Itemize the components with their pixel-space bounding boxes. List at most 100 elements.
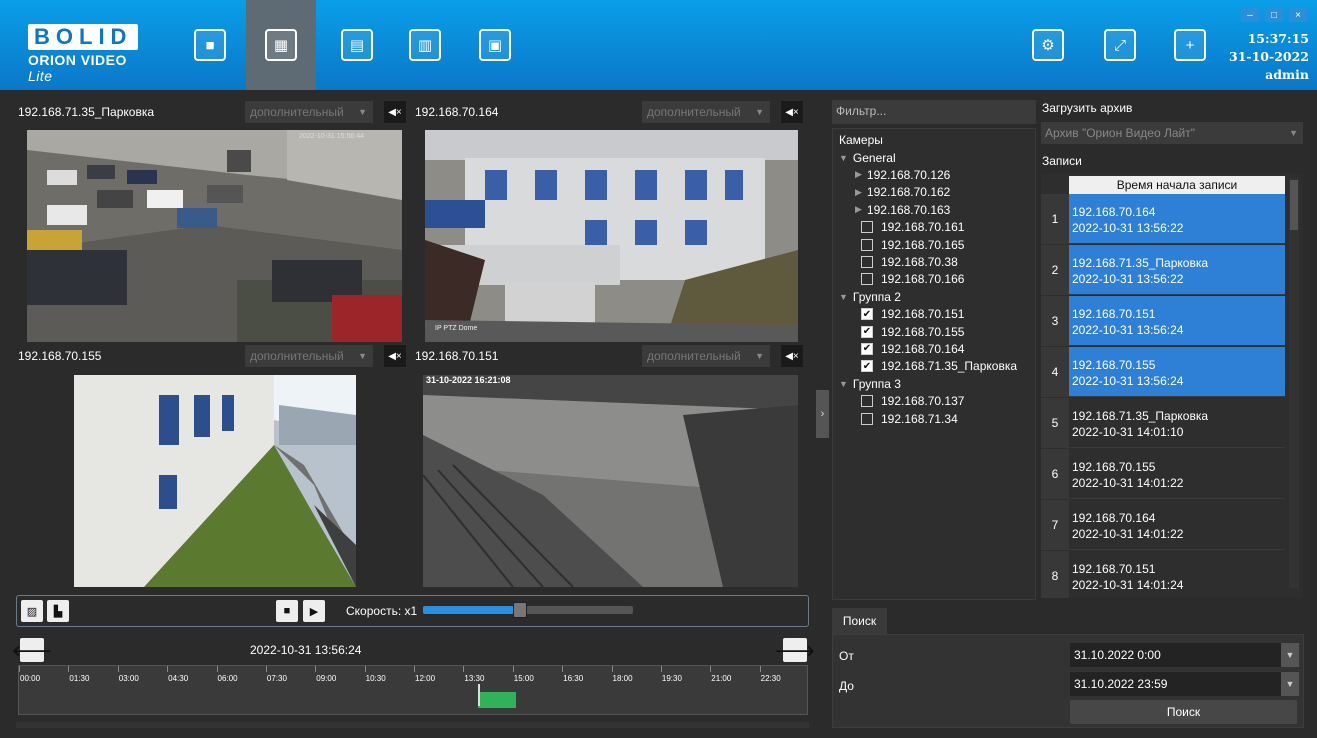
tree-camera-item[interactable]: 192.168.70.38 <box>861 253 958 270</box>
camera-2-stream-select[interactable]: дополнительный ▼ <box>642 101 770 123</box>
tree-camera-item[interactable]: 192.168.70.166 <box>861 271 964 288</box>
timeline-tick-label: 04:30 <box>168 674 189 683</box>
play-button[interactable]: ▶ <box>303 600 325 622</box>
tree-camera-item[interactable]: 192.168.71.34 <box>861 410 958 427</box>
timeline[interactable]: 00:00 01:30 03:00 04:30 06:00 07:30 09:00 10:30… <box>18 665 808 715</box>
camera-4-stream-select[interactable]: дополнительный ▼ <box>642 345 770 367</box>
expand-right-icon[interactable]: ▶ <box>855 204 862 215</box>
tree-checkbox[interactable]: ✔ <box>861 360 873 373</box>
record-row[interactable]: 7 192.168.70.164 2022-10-31 14:01:22 <box>1041 500 1285 550</box>
record-row[interactable]: 1 192.168.70.164 2022-10-31 13:56:22 <box>1041 194 1285 244</box>
speed-slider[interactable] <box>423 602 633 618</box>
record-row[interactable]: 4 192.168.70.155 2022-10-31 13:56:24 <box>1041 347 1285 397</box>
record-row[interactable]: 5 192.168.71.35_Парковка 2022-10-31 14:01:… <box>1041 398 1285 448</box>
tree-camera-item[interactable]: ✔ 192.168.70.155 <box>861 323 964 340</box>
record-cell[interactable]: 192.168.71.35_Парковка 2022-10-31 13:56:2… <box>1069 245 1285 295</box>
tree-checkbox[interactable] <box>861 238 873 251</box>
tree-camera-item[interactable]: 192.168.70.137 <box>861 393 964 410</box>
camera-filter-input[interactable]: Фильтр... <box>832 100 1036 124</box>
collapse-panel-button[interactable]: › <box>816 390 829 438</box>
tree-group[interactable]: ▼ Группа 3 <box>839 375 901 392</box>
timeline-scrollbar[interactable] <box>16 722 809 728</box>
record-cell[interactable]: 192.168.70.151 2022-10-31 13:56:24 <box>1069 296 1285 346</box>
tree-camera-item[interactable]: ▶ 192.168.70.163 <box>855 201 950 218</box>
chevron-down-icon: ▼ <box>358 107 367 117</box>
tree-checkbox[interactable] <box>861 255 873 268</box>
tree-group[interactable]: ▼ General <box>839 149 896 166</box>
camera-4-video[interactable]: 31-10-2022 16:21:08 <box>423 375 798 587</box>
tree-checkbox[interactable]: ✔ <box>861 308 873 321</box>
tree-checkbox[interactable] <box>861 221 873 234</box>
camera-1-mute-button[interactable]: ◀× <box>384 101 406 123</box>
archive-select[interactable]: Архив "Орион Видео Лайт" ▼ <box>1041 122 1303 144</box>
record-time: 2022-10-31 13:56:22 <box>1072 272 1184 286</box>
expand-right-icon[interactable]: ▶ <box>855 187 862 198</box>
snapshot-button[interactable]: ▨ <box>21 600 43 622</box>
tree-camera-item[interactable]: 192.168.70.161 <box>861 219 964 236</box>
timeline-tick-mark <box>315 666 317 672</box>
camera-2-mute-button[interactable]: ◀× <box>781 101 803 123</box>
tree-item-label: 192.168.70.161 <box>881 220 965 235</box>
next-button[interactable]: 🡒 <box>775 638 815 662</box>
record-cell[interactable]: 192.168.70.155 2022-10-31 14:01:22 <box>1069 449 1285 499</box>
camera-tree: Камеры ▼ General ▶ 192.168.70.126 ▶ 192.168.7… <box>832 128 1036 600</box>
top-toolbar: BOLID ORION VIDEO Lite ■ ▦ ▤ ▥ ▣ ⚙ ⤢ + –… <box>0 0 1317 90</box>
fullscreen-button[interactable]: ⤢ <box>1085 0 1155 90</box>
expand-right-icon[interactable]: ▶ <box>855 169 862 180</box>
toolbar-events-button[interactable]: ▤ <box>322 0 392 90</box>
expand-down-icon[interactable]: ▼ <box>839 379 848 389</box>
previous-button[interactable]: 🡐 <box>12 638 52 662</box>
to-datetime-select[interactable]: 31.10.2022 23:59 ▼ <box>1070 672 1299 696</box>
tree-checkbox[interactable] <box>861 273 873 286</box>
record-row[interactable]: 6 192.168.70.155 2022-10-31 14:01:22 <box>1041 449 1285 499</box>
camera-1-stream-select[interactable]: дополнительный ▼ <box>245 101 373 123</box>
tab-search[interactable]: Поиск <box>832 608 887 634</box>
from-datetime-select[interactable]: 31.10.2022 0:00 ▼ <box>1070 643 1299 667</box>
tree-camera-item[interactable]: ✔ 192.168.70.151 <box>861 306 964 323</box>
stop-button[interactable]: ■ <box>276 600 298 622</box>
record-cell[interactable]: 192.168.70.151 2022-10-31 14:01:24 <box>1069 551 1285 598</box>
tree-checkbox[interactable] <box>861 395 873 408</box>
tree-camera-item[interactable]: ✔ 192.168.70.164 <box>861 340 964 357</box>
expand-down-icon[interactable]: ▼ <box>839 292 848 302</box>
record-row[interactable]: 3 192.168.70.151 2022-10-31 13:56:24 <box>1041 296 1285 346</box>
speed-slider-handle[interactable] <box>512 602 527 618</box>
record-cell[interactable]: 192.168.70.155 2022-10-31 13:56:24 <box>1069 347 1285 397</box>
tree-checkbox[interactable] <box>861 412 873 425</box>
camera-3-stream-select[interactable]: дополнительный ▼ <box>245 345 373 367</box>
record-cell[interactable]: 192.168.70.164 2022-10-31 14:01:22 <box>1069 500 1285 550</box>
minimize-button[interactable]: – <box>1241 8 1259 22</box>
camera-3-mute-button[interactable]: ◀× <box>384 345 406 367</box>
camera-4-mute-button[interactable]: ◀× <box>781 345 803 367</box>
settings-button[interactable]: ⚙ <box>1013 0 1083 90</box>
tree-camera-item[interactable]: ▶ 192.168.70.126 <box>855 166 950 183</box>
toolbar-archive-button[interactable]: ▦ <box>246 0 316 90</box>
tree-camera-item[interactable]: ▶ 192.168.70.162 <box>855 184 950 201</box>
tree-camera-item[interactable]: ✔ 192.168.71.35_Парковка <box>861 358 1017 375</box>
records-scrollbar[interactable] <box>1289 178 1299 588</box>
record-row[interactable]: 2 192.168.71.35_Парковка 2022-10-31 13:56:… <box>1041 245 1285 295</box>
camera-1-video[interactable]: 2022-10-31 15:56:44 <box>27 130 402 342</box>
tree-group[interactable]: ▼ Группа 2 <box>839 288 901 305</box>
new-window-button[interactable]: + <box>1155 0 1225 90</box>
tree-camera-item[interactable]: 192.168.70.165 <box>861 236 964 253</box>
expand-down-icon[interactable]: ▼ <box>839 153 848 163</box>
timeline-cursor[interactable] <box>477 684 480 706</box>
timeline-record-segment[interactable] <box>477 692 517 708</box>
save-button[interactable]: ▙ <box>47 600 69 622</box>
records-scrollbar-thumb[interactable] <box>1290 180 1298 230</box>
toolbar-live-button[interactable]: ■ <box>175 0 245 90</box>
record-cell[interactable]: 192.168.71.35_Парковка 2022-10-31 14:01:1… <box>1069 398 1285 448</box>
camera-2-video[interactable]: IP PTZ Dome <box>425 130 798 342</box>
close-button[interactable]: × <box>1289 8 1307 22</box>
record-row[interactable]: 8 192.168.70.151 2022-10-31 14:01:24 <box>1041 551 1285 598</box>
toolbar-plan-button[interactable]: ▥ <box>390 0 460 90</box>
tree-checkbox[interactable]: ✔ <box>861 342 873 355</box>
search-button[interactable]: Поиск <box>1070 700 1297 724</box>
camera-3-video[interactable] <box>74 375 356 587</box>
tree-checkbox[interactable]: ✔ <box>861 325 873 338</box>
toolbar-layout-button[interactable]: ▣ <box>460 0 530 90</box>
record-time: 2022-10-31 14:01:22 <box>1072 527 1184 541</box>
maximize-button[interactable]: □ <box>1265 8 1283 22</box>
record-cell[interactable]: 192.168.70.164 2022-10-31 13:56:22 <box>1069 194 1285 244</box>
